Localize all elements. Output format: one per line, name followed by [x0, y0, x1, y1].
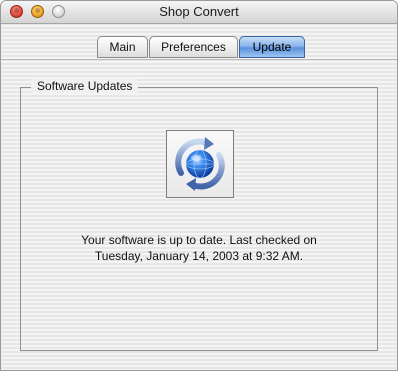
- globe-arrows-icon: [175, 137, 225, 191]
- app-window: Shop Convert Main Preferences Update Sof…: [0, 0, 398, 371]
- software-update-globe-icon: [166, 130, 234, 198]
- tab-bar: Main Preferences Update: [97, 36, 306, 60]
- title-bar[interactable]: Shop Convert: [1, 1, 397, 24]
- group-title: Software Updates: [31, 79, 139, 93]
- tab-update[interactable]: Update: [239, 36, 305, 58]
- window-title: Shop Convert: [159, 4, 239, 19]
- last-checked-date: Tuesday, January 14, 2003 at 9:32 AM.: [94, 249, 304, 263]
- update-status-text: Your software is up to date. Last checke…: [81, 233, 317, 247]
- tab-main[interactable]: Main: [97, 36, 148, 58]
- tab-preferences[interactable]: Preferences: [149, 36, 238, 58]
- software-updates-group: [20, 87, 378, 351]
